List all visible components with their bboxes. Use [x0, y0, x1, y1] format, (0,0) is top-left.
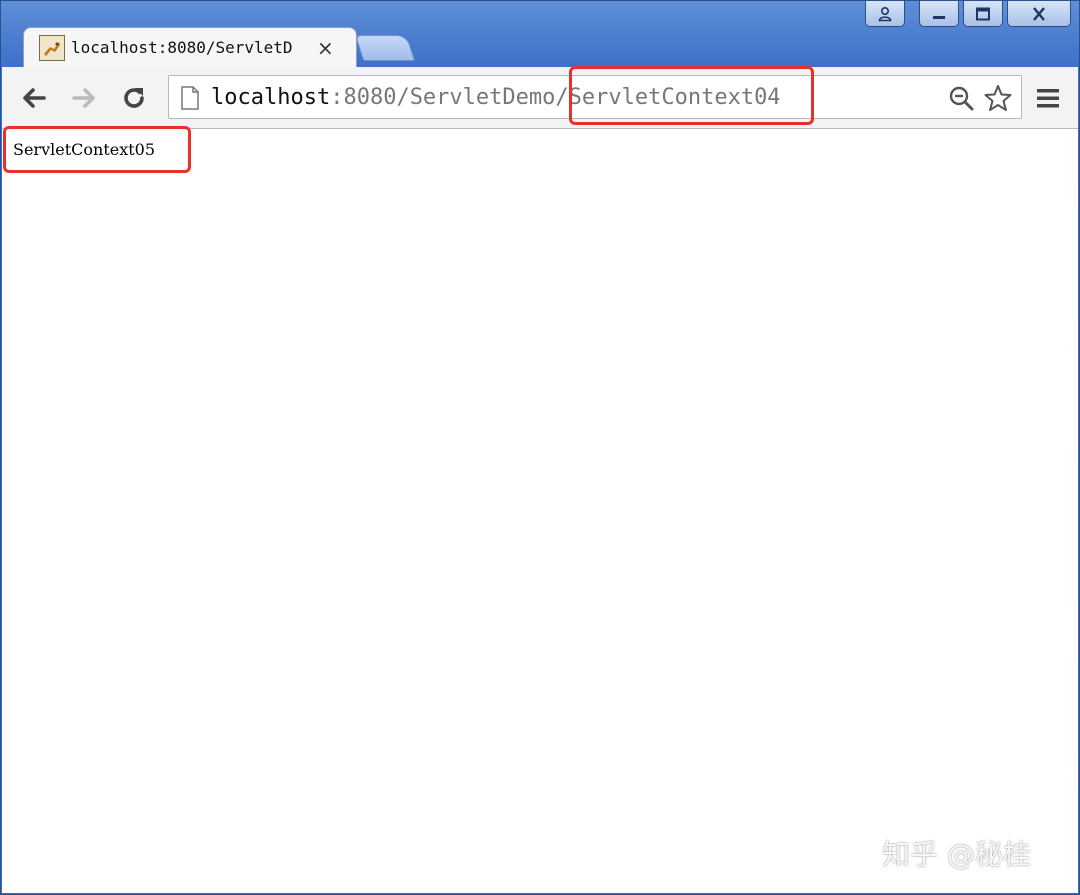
- page-body-text: ServletContext05: [13, 140, 156, 159]
- back-button[interactable]: [18, 82, 50, 114]
- tomcat-favicon-icon: [39, 34, 65, 61]
- menu-button[interactable]: [1032, 82, 1064, 114]
- address-bar[interactable]: localhost:8080/ServletDemo/ServletContex…: [168, 75, 1022, 119]
- watermark: 知乎 @秘桂: [882, 838, 1031, 871]
- url-host: localhost: [211, 85, 331, 110]
- user-icon: [878, 6, 892, 21]
- bookmark-star-icon[interactable]: [983, 84, 1013, 112]
- reload-button[interactable]: [118, 82, 150, 114]
- close-window-button[interactable]: [1007, 1, 1071, 27]
- tab-title: localhost:8080/ServletD: [71, 38, 293, 57]
- forward-button[interactable]: [68, 82, 100, 114]
- zoom-icon[interactable]: [948, 85, 976, 111]
- maximize-icon: [976, 7, 990, 20]
- tab-close-icon[interactable]: ×: [317, 38, 334, 58]
- page-content: ServletContext05 知乎 @秘桂: [2, 129, 1078, 893]
- minimize-button[interactable]: [919, 1, 959, 27]
- back-arrow-icon: [23, 88, 46, 108]
- reload-icon: [124, 88, 144, 108]
- active-tab[interactable]: localhost:8080/ServletD ×: [23, 27, 357, 67]
- profile-button[interactable]: [865, 1, 905, 27]
- close-icon: [1033, 6, 1045, 21]
- maximize-button[interactable]: [963, 1, 1003, 27]
- url-path: :8080/ServletDemo/ServletContext04: [330, 85, 781, 110]
- forward-arrow-icon: [72, 88, 95, 108]
- minimize-icon: [933, 15, 945, 19]
- url-text[interactable]: localhost:8080/ServletDemo/ServletContex…: [211, 85, 781, 111]
- hamburger-menu-icon: [1037, 89, 1059, 108]
- new-tab-button[interactable]: [354, 35, 416, 61]
- page-icon: [181, 86, 199, 110]
- toolbar: localhost:8080/ServletDemo/ServletContex…: [2, 67, 1078, 129]
- browser-window: localhost:8080/ServletD × localhost:8080…: [0, 0, 1080, 895]
- window-controls: [865, 1, 1071, 27]
